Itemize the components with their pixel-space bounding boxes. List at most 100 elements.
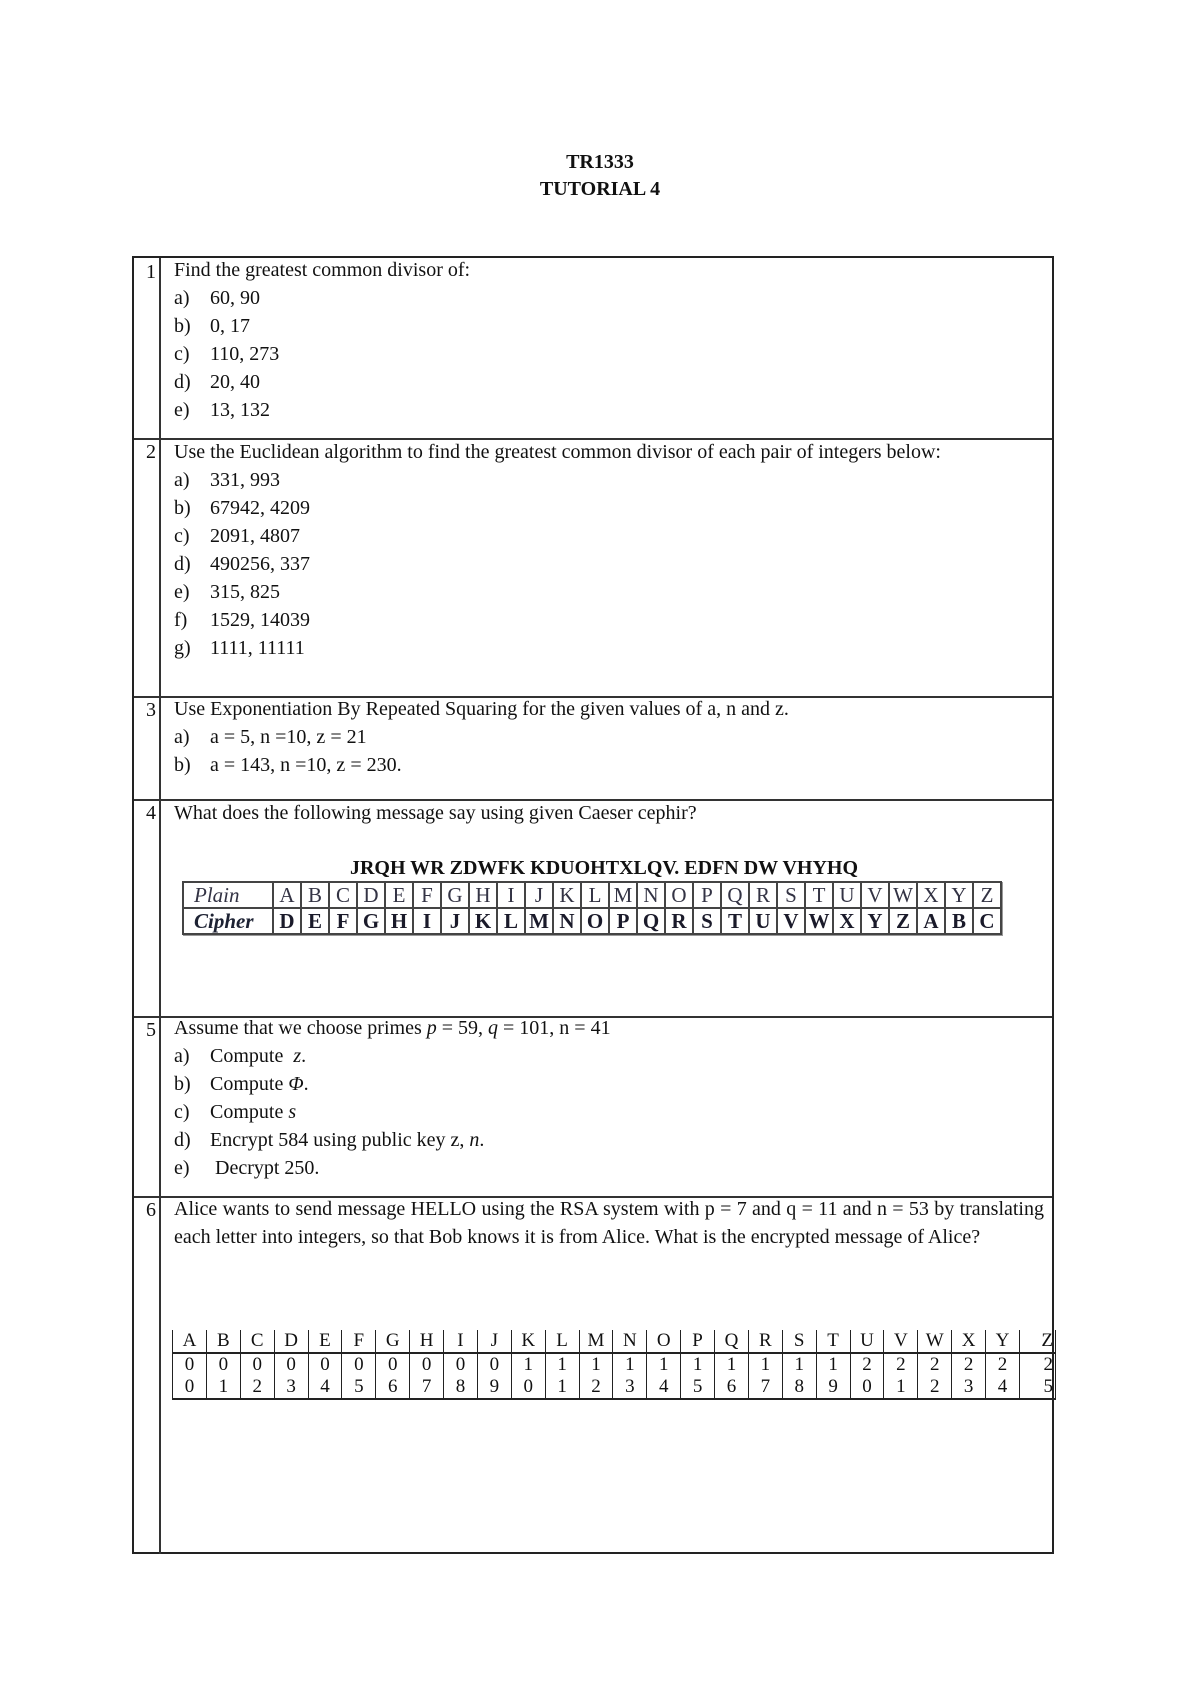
question-body: Find the greatest common divisor of: a) 6… xyxy=(174,256,1044,424)
question-item: b) 0, 17 xyxy=(174,312,1044,340)
item-variable: z xyxy=(293,1045,302,1067)
ones-digit-cell: 8 xyxy=(443,1376,478,1400)
item-text: 1111, 11111 xyxy=(210,637,305,659)
item-text: 490256, 337 xyxy=(210,553,310,575)
plain-letter-cell: B xyxy=(300,881,330,909)
cipher-letter-cell: U xyxy=(748,907,778,935)
ones-digit-cell: 7 xyxy=(747,1376,783,1400)
item-label: c) xyxy=(174,343,190,365)
item-label: d) xyxy=(174,1129,191,1151)
letter-cell: K xyxy=(510,1330,546,1354)
question-body: Assume that we choose primes p = 59, q =… xyxy=(174,1014,1044,1182)
cipher-letter-cell: I xyxy=(412,907,442,935)
ones-digit-cell: 5 xyxy=(1018,1376,1057,1400)
plain-row: Plain ABCDEFGHIJKLMNOPQRSTUVWXYZ xyxy=(182,881,1002,909)
question-body: Alice wants to send message HELLO using … xyxy=(174,1195,1044,1251)
letter-cell: N xyxy=(612,1330,648,1354)
question-items: a) 331, 993 b) 67942, 4209 c) 2091, 4807 d) 490… xyxy=(174,466,1044,662)
question-text: Assume that we choose primes p = 59, q =… xyxy=(174,1014,1044,1042)
p-variable: p xyxy=(426,1017,437,1039)
item-text: 331, 993 xyxy=(210,469,280,491)
ones-digit-cell: 3 xyxy=(951,1376,986,1400)
item-variable: s xyxy=(288,1101,297,1123)
plain-letter-cell: Q xyxy=(720,881,750,909)
intro-text: Assume that we choose primes xyxy=(174,1017,427,1039)
cipher-letter-cell: S xyxy=(692,907,722,935)
letter-cell: W xyxy=(917,1330,953,1354)
cipher-letter-cell: V xyxy=(776,907,806,935)
q-value: = 101, n = 41 xyxy=(498,1017,611,1039)
item-label: b) xyxy=(174,1073,191,1095)
item-text: 1529, 14039 xyxy=(210,609,310,631)
question-number: 4 xyxy=(134,799,161,1016)
letter-cell: T xyxy=(815,1330,851,1354)
question-number: 6 xyxy=(134,1196,161,1554)
item-label: c) xyxy=(174,525,190,547)
plain-letter-cell: L xyxy=(580,881,610,909)
item-text-part: . xyxy=(303,1073,309,1095)
letter-cell: L xyxy=(544,1330,580,1354)
letter-cell: S xyxy=(781,1330,817,1354)
question-item: d) 20, 40 xyxy=(174,368,1044,396)
plain-label: Plain xyxy=(182,881,274,909)
tens-digit-cell: 2 xyxy=(985,1353,1020,1376)
ones-digit-row: 01234567890123456789012345 xyxy=(172,1376,1057,1400)
letter-cell: O xyxy=(646,1330,682,1354)
item-text: Encrypt 584 using public key z, n. xyxy=(210,1126,484,1154)
cipher-letter-cell: X xyxy=(832,907,862,935)
plain-letter-cell: W xyxy=(888,881,918,909)
item-text-part: Decrypt 250. xyxy=(210,1157,320,1179)
ones-digit-cell: 8 xyxy=(781,1376,817,1400)
cipher-label: Cipher xyxy=(182,907,274,935)
tens-digit-cell: 2 xyxy=(1018,1353,1057,1376)
question-row-2: 2 Use the Euclidean algorithm to find th… xyxy=(134,438,1052,698)
letter-cell: Y xyxy=(985,1330,1020,1354)
ones-digit-cell: 0 xyxy=(849,1376,885,1400)
ones-digit-cell: 4 xyxy=(646,1376,682,1400)
ones-digit-cell: 2 xyxy=(239,1376,275,1400)
question-number: 2 xyxy=(134,438,161,696)
cipher-letter-cell: Z xyxy=(888,907,918,935)
item-text: 67942, 4209 xyxy=(210,497,310,519)
cipher-letter-cell: N xyxy=(552,907,582,935)
cipher-letter-cell: F xyxy=(328,907,358,935)
item-label: g) xyxy=(174,637,191,659)
letter-cell: G xyxy=(375,1330,411,1354)
item-text: Compute s xyxy=(210,1098,296,1126)
ones-digit-cell: 4 xyxy=(985,1376,1020,1400)
cipher-letter-cell: B xyxy=(944,907,974,935)
item-label: e) xyxy=(174,399,190,421)
plain-letter-cell: H xyxy=(468,881,498,909)
ones-digit-cell: 6 xyxy=(714,1376,749,1400)
caesar-cipher-table: Plain ABCDEFGHIJKLMNOPQRSTUVWXYZ Cipher … xyxy=(182,881,1002,935)
item-variable: n xyxy=(469,1129,480,1151)
ones-digit-cell: 4 xyxy=(307,1376,343,1400)
tens-digit-cell: 1 xyxy=(747,1353,783,1376)
ones-digit-cell: 1 xyxy=(883,1376,919,1400)
plain-letter-cell: X xyxy=(916,881,946,909)
question-text: Use the Euclidean algorithm to find the … xyxy=(174,441,941,463)
plain-letter-cell: G xyxy=(440,881,470,909)
question-item: a) 331, 993 xyxy=(174,466,1044,494)
plain-letter-cell: D xyxy=(356,881,386,909)
tens-digit-cell: 2 xyxy=(951,1353,986,1376)
cipher-letter-cell: W xyxy=(804,907,834,935)
plain-letter-cell: C xyxy=(328,881,358,909)
ones-digit-cell: 3 xyxy=(273,1376,309,1400)
item-text: 60, 90 xyxy=(210,287,260,309)
ones-digit-cell: 9 xyxy=(476,1376,512,1400)
item-text: Compute Φ. xyxy=(210,1070,309,1098)
item-text-part: Compute xyxy=(210,1101,289,1123)
letter-cell: M xyxy=(578,1330,614,1354)
item-text: 110, 273 xyxy=(210,343,280,365)
page-title: TUTORIAL 4 xyxy=(539,178,661,200)
tens-digit-cell: 1 xyxy=(781,1353,817,1376)
cipher-letter-cell: A xyxy=(916,907,946,935)
tens-digit-cell: 0 xyxy=(341,1353,377,1376)
question-text: Find the greatest common divisor of: xyxy=(174,259,471,281)
item-label: b) xyxy=(174,315,191,337)
item-text-part: . xyxy=(479,1129,485,1151)
letter-cell: D xyxy=(273,1330,309,1354)
letter-cell: P xyxy=(680,1330,715,1354)
item-label: a) xyxy=(174,1045,190,1067)
